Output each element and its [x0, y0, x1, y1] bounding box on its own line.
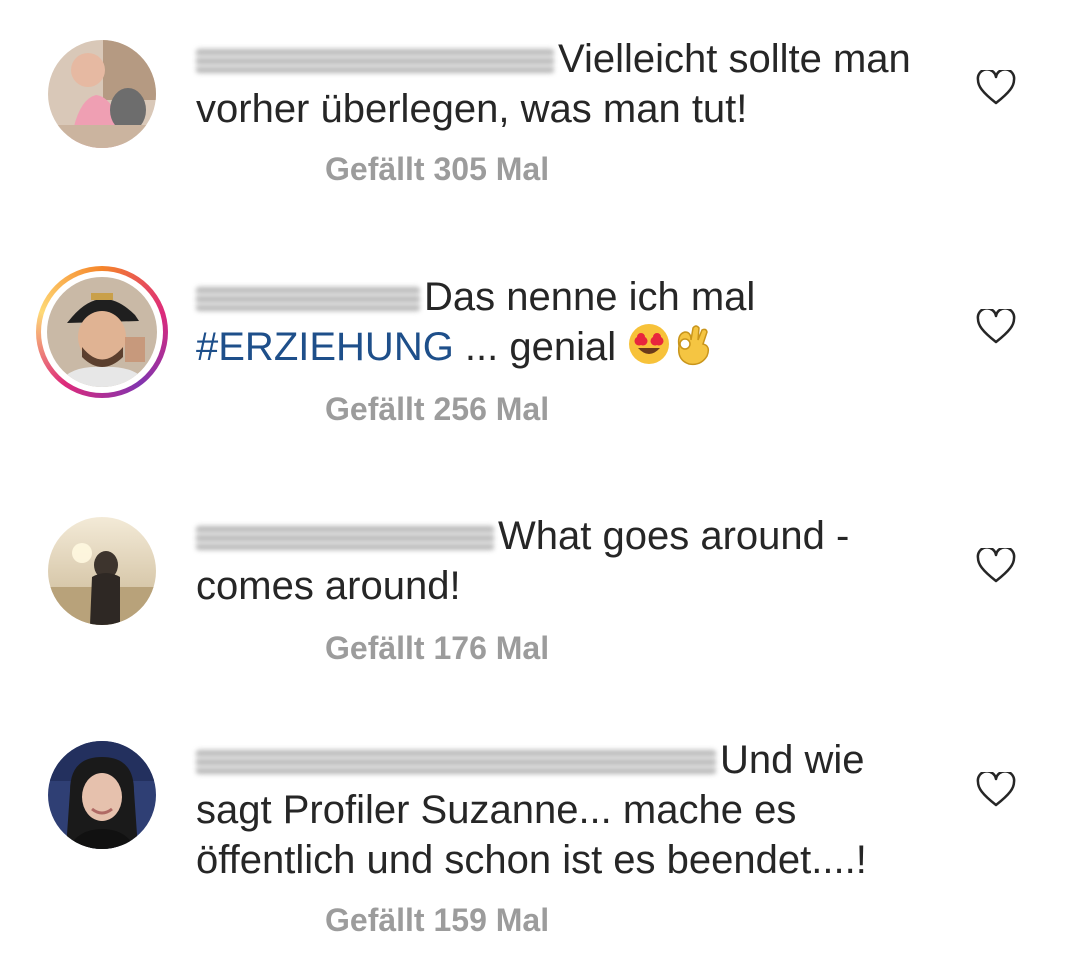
avatar[interactable]	[48, 517, 156, 625]
like-count[interactable]: Gefällt 256 Mal	[325, 391, 549, 428]
comment-text: Das nenne ich mal #ERZIEHUNG ... genial	[196, 272, 755, 378]
comment-text-line3: öffentlich und schon ist es beendet....!	[196, 838, 867, 882]
comment-text-line1: Das nenne ich mal	[424, 275, 756, 319]
comment-text-line1: What goes around -	[498, 514, 850, 558]
comment-text-line1: Und wie	[720, 738, 865, 782]
heart-outline-icon[interactable]	[976, 772, 1016, 808]
avatar[interactable]	[47, 277, 157, 387]
heart-outline-icon[interactable]	[976, 70, 1016, 106]
comment-text-line1: Vielleicht sollte man	[558, 37, 911, 81]
heart-outline-icon[interactable]	[976, 548, 1016, 584]
heart-outline-icon[interactable]	[976, 309, 1016, 345]
username-redacted[interactable]	[196, 48, 554, 75]
username-redacted[interactable]	[196, 286, 420, 313]
comment-text: What goes around - comes around!	[196, 511, 849, 611]
comment-text-line2: ... genial	[453, 325, 628, 369]
avatar[interactable]	[48, 741, 156, 849]
comment-text-line2: sagt Profiler Suzanne... mache es	[196, 788, 797, 832]
like-count[interactable]: Gefällt 159 Mal	[325, 902, 549, 939]
comment-text: Und wie sagt Profiler Suzanne... mache e…	[196, 735, 867, 885]
avatar[interactable]	[48, 40, 156, 148]
hashtag-link[interactable]: #ERZIEHUNG	[196, 325, 454, 369]
username-redacted[interactable]	[196, 525, 494, 552]
ok-hand-emoji	[671, 322, 713, 378]
comment-text-line2: comes around!	[196, 564, 461, 608]
heart-eyes-emoji	[627, 322, 671, 378]
like-count[interactable]: Gefällt 305 Mal	[325, 151, 549, 188]
username-redacted[interactable]	[196, 749, 716, 776]
avatar-story-ring[interactable]	[36, 266, 168, 398]
comment-text-line2: vorher überlegen, was man tut!	[196, 87, 748, 131]
comment-text: Vielleicht sollte man vorher überlegen, …	[196, 34, 911, 134]
like-count[interactable]: Gefällt 176 Mal	[325, 630, 549, 667]
